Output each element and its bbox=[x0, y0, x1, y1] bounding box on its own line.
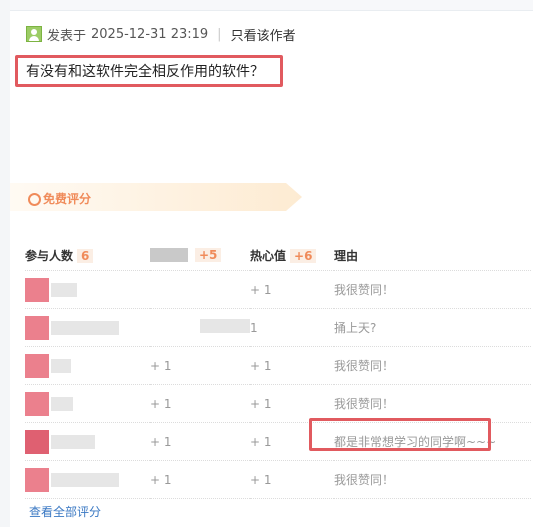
username-blurred[interactable] bbox=[51, 282, 77, 297]
post-meta: 发表于 2025-12-31 23:19 | 只看该作者 bbox=[26, 24, 296, 44]
username-blurred[interactable] bbox=[200, 319, 250, 333]
header-participants: 参与人数 6 bbox=[25, 240, 150, 271]
rater-user[interactable] bbox=[25, 429, 150, 454]
highlight-box-question bbox=[15, 55, 283, 87]
top-divider bbox=[10, 0, 533, 11]
blurred-header bbox=[150, 248, 188, 263]
highlight-box-reason bbox=[309, 418, 491, 451]
table-row: 1 捅上天? bbox=[25, 308, 531, 347]
participants-count: 6 bbox=[77, 248, 94, 263]
rating-reason: 我很赞同！ bbox=[334, 270, 531, 309]
col2-score bbox=[150, 308, 250, 347]
meta-separator: | bbox=[217, 26, 222, 42]
avatar[interactable] bbox=[25, 353, 49, 378]
rating-table-header: 参与人数 6 +5 热心值 +6 理由 bbox=[25, 240, 531, 271]
rating-title-label: 免费评分 bbox=[43, 192, 92, 206]
rating-circle-icon bbox=[28, 193, 41, 206]
rater-user[interactable] bbox=[25, 467, 150, 492]
col2-score: + 1 bbox=[150, 346, 250, 385]
rating-reason: 捅上天? bbox=[334, 308, 531, 347]
heat-score: + 1 bbox=[250, 384, 334, 423]
rating-section-title: 免费评分 bbox=[10, 183, 302, 211]
avatar[interactable] bbox=[25, 467, 49, 492]
rating-reason: 我很赞同！ bbox=[334, 384, 531, 423]
left-border-strip bbox=[0, 0, 10, 527]
col2-score: + 1 bbox=[150, 422, 250, 461]
table-row: + 1 + 1 我很赞同！ bbox=[25, 346, 531, 385]
avatar[interactable] bbox=[25, 391, 49, 416]
col2-count: +5 bbox=[195, 247, 222, 262]
rater-user[interactable] bbox=[25, 277, 150, 302]
username-blurred[interactable] bbox=[51, 472, 119, 487]
post-date: 2025-12-31 23:19 bbox=[91, 26, 209, 42]
rating-reason: 我很赞同！ bbox=[334, 346, 531, 385]
avatar[interactable] bbox=[25, 277, 49, 302]
rater-user[interactable] bbox=[25, 315, 150, 340]
rating-table: 参与人数 6 +5 热心值 +6 理由 + 1 我很赞同！ 1 捅上天? + 1 +… bbox=[25, 240, 531, 499]
avatar[interactable] bbox=[25, 429, 49, 454]
heat-score: + 1 bbox=[250, 346, 334, 385]
table-row: + 1 我很赞同！ bbox=[25, 270, 531, 309]
table-row: + 1 + 1 我很赞同！ bbox=[25, 384, 531, 423]
rater-user[interactable] bbox=[25, 391, 150, 416]
header-heat-label: 热心值 bbox=[250, 248, 287, 263]
username-blurred[interactable] bbox=[51, 434, 95, 449]
header-reason: 理由 bbox=[334, 240, 531, 271]
username-blurred[interactable] bbox=[51, 396, 73, 411]
only-author-link[interactable]: 只看该作者 bbox=[231, 25, 296, 44]
username-blurred[interactable] bbox=[51, 358, 71, 373]
username-blurred[interactable] bbox=[51, 320, 119, 335]
rating-reason: 我很赞同！ bbox=[334, 460, 531, 499]
avatar[interactable] bbox=[25, 315, 49, 340]
user-avatar-icon[interactable] bbox=[26, 26, 42, 42]
header-col2: +5 bbox=[150, 240, 250, 271]
header-heat: 热心值 +6 bbox=[250, 240, 334, 271]
heat-score: + 1 bbox=[250, 270, 334, 309]
col2-score bbox=[150, 270, 250, 309]
heat-score: + 1 bbox=[250, 460, 334, 499]
table-row: + 1 + 1 我很赞同！ bbox=[25, 460, 531, 499]
view-all-ratings-link[interactable]: 查看全部评分 bbox=[29, 503, 101, 520]
posted-at-label: 发表于 bbox=[47, 28, 87, 44]
col2-score: + 1 bbox=[150, 384, 250, 423]
heat-count: +6 bbox=[290, 248, 317, 263]
rater-user[interactable] bbox=[25, 353, 150, 378]
header-participants-label: 参与人数 bbox=[25, 248, 74, 263]
heat-score: 1 bbox=[250, 308, 334, 347]
col2-score: + 1 bbox=[150, 460, 250, 499]
